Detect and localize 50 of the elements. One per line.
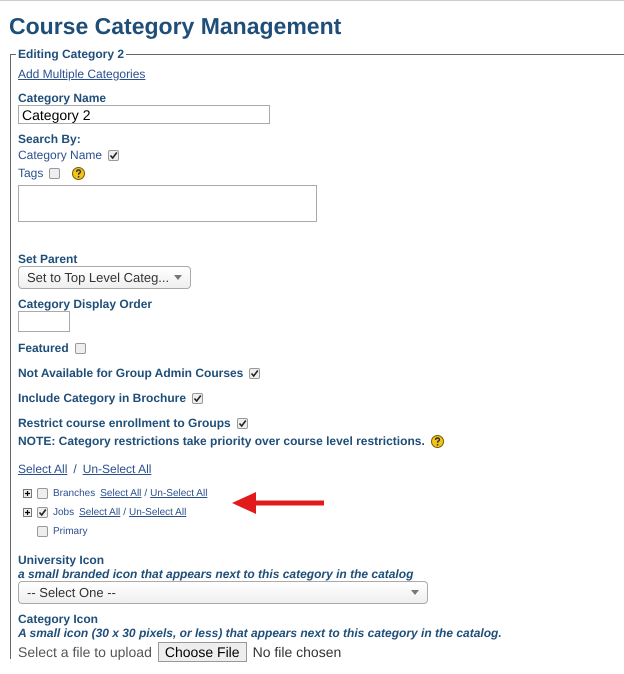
file-prompt: Select a file to upload: [18, 644, 152, 660]
page-title: Course Category Management: [9, 13, 342, 40]
hint-text: a small branded icon that appears next to this category in the catalog: [18, 567, 414, 581]
select-link[interactable]: Select All: [18, 462, 68, 476]
caret-icon: [174, 275, 182, 280]
field-label: Category Name: [18, 91, 106, 105]
expand-icon[interactable]: [23, 489, 32, 498]
select-link[interactable]: Select All: [100, 488, 142, 499]
checkbox[interactable]: [74, 342, 86, 354]
checkbox[interactable]: [192, 392, 204, 404]
checkbox[interactable]: [37, 507, 48, 518]
tree-label: Branches: [53, 488, 96, 499]
dropdown[interactable]: Set to Top Level Categ...: [18, 266, 191, 289]
select-link[interactable]: Un-Select All: [82, 462, 152, 476]
field-label: Category Icon: [18, 612, 98, 626]
expand-icon[interactable]: [23, 508, 32, 517]
checkbox-label: Include Category in Brochure: [18, 391, 186, 405]
field-label: Category Display Order: [18, 297, 152, 311]
select-link[interactable]: Un-Select All: [129, 507, 186, 518]
section-legend: Editing Category 2: [16, 47, 126, 61]
field-label: University Icon: [18, 553, 104, 567]
separator-text: /: [73, 462, 77, 476]
select-link[interactable]: Select All: [79, 507, 120, 518]
text-field[interactable]: Category 2: [18, 105, 270, 124]
hint-text: A small icon (30 x 30 pixels, or less) that appears next to this category in the catalog.: [18, 626, 503, 640]
note-text: NOTE: Category restrictions take priority over course level restrictions.: [18, 434, 425, 448]
checkbox-label: Not Available for Group Admin Courses: [18, 366, 244, 380]
checkbox-label: Featured: [18, 341, 69, 355]
select-link[interactable]: Un-Select All: [150, 488, 208, 499]
tree-label: Primary: [53, 526, 88, 537]
checkbox[interactable]: [249, 368, 260, 378]
caret-icon: [411, 590, 419, 595]
dropdown[interactable]: -- Select One --: [18, 581, 428, 604]
text-field[interactable]: [18, 311, 70, 332]
separator-text: /: [144, 488, 148, 499]
field-label: Search By:: [18, 132, 81, 146]
separator-text: /: [123, 507, 126, 518]
checkbox-label: Restrict course enrollment to Groups: [18, 416, 231, 430]
checkbox[interactable]: [37, 526, 48, 537]
checkbox[interactable]: [49, 168, 60, 178]
checkbox[interactable]: [37, 488, 48, 499]
checkbox-label: Category Name: [18, 148, 102, 162]
choose-file-button[interactable]: Choose File: [158, 642, 247, 662]
tree-label: Jobs: [53, 507, 74, 518]
checkbox-label: Tags: [18, 166, 44, 180]
checkbox[interactable]: [108, 150, 120, 160]
field-label: Set Parent: [18, 252, 78, 266]
file-status: No file chosen: [252, 644, 342, 660]
link[interactable]: Add Multiple Categories: [18, 67, 146, 81]
checkbox[interactable]: [236, 418, 248, 428]
